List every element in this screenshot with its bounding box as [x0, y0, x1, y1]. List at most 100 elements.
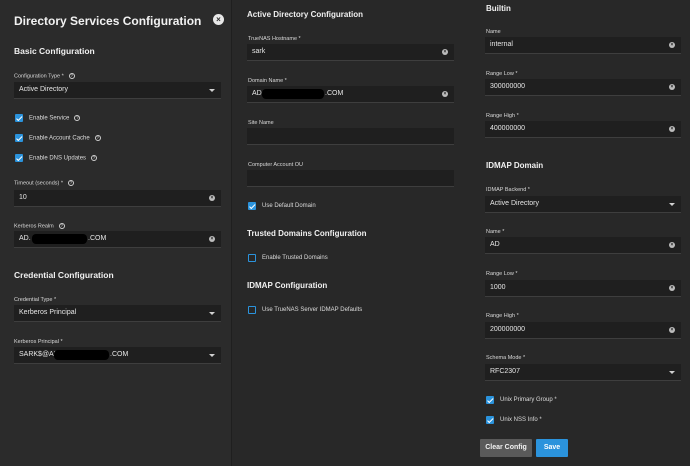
builtin-range-high-input[interactable]: 400000000 ×	[485, 121, 681, 138]
builtin-name-value: internal	[490, 41, 513, 48]
timeout-input[interactable]: 10 ×	[14, 190, 221, 207]
enable-dns-updates-checkbox[interactable]	[15, 154, 23, 162]
builtin-range-low-input[interactable]: 300000000 ×	[485, 79, 681, 96]
kerberos-realm-label: Kerberos Realm?	[14, 223, 65, 230]
enable-account-cache-checkbox[interactable]	[15, 134, 23, 142]
redaction-bar	[32, 234, 87, 244]
domain-name-value: AD	[490, 241, 500, 248]
credential-type-select[interactable]: Kerberos Principal	[14, 305, 221, 322]
clear-icon[interactable]: ×	[669, 242, 675, 248]
save-button[interactable]: Save	[536, 439, 568, 457]
domain-range-high-value: 200000000	[490, 326, 526, 333]
kerberos-principal-select[interactable]: SARK$@AD. .COM	[14, 347, 221, 364]
clear-icon[interactable]: ×	[669, 42, 675, 48]
domain-name-input[interactable]: AD ×	[485, 237, 681, 254]
clear-icon[interactable]: ×	[669, 285, 675, 291]
site-name-label: Site Name	[248, 120, 274, 126]
redaction-bar	[54, 350, 109, 360]
site-name-input[interactable]	[247, 128, 454, 145]
use-default-domain-checkbox[interactable]	[248, 202, 256, 210]
clear-icon[interactable]: ×	[442, 49, 448, 55]
schema-mode-label: Schema Mode *	[486, 355, 526, 361]
clear-icon[interactable]: ×	[209, 236, 215, 242]
hostname-value: sark	[252, 48, 266, 55]
idmap-backend-value: Active Directory	[490, 200, 540, 207]
domain-name-label: Name *	[486, 229, 505, 235]
enable-trusted-domains-checkbox[interactable]	[248, 254, 256, 262]
chevron-down-icon	[669, 371, 675, 374]
computer-ou-label: Computer Account OU	[248, 162, 304, 168]
kerberos-principal-suffix: .COM	[110, 351, 129, 358]
domain-range-low-input[interactable]: 1000 ×	[485, 280, 681, 297]
idmap-backend-select[interactable]: Active Directory	[485, 196, 681, 213]
builtin-range-low-value: 300000000	[490, 83, 526, 90]
kerberos-realm-input[interactable]: AD. .COM ×	[14, 231, 221, 248]
computer-ou-input[interactable]	[247, 170, 454, 187]
builtin-range-high-value: 400000000	[490, 125, 526, 132]
schema-mode-value: RFC2307	[490, 368, 520, 375]
help-icon[interactable]: ?	[94, 135, 101, 141]
enable-trusted-domains-label: Enable Trusted Domains	[262, 255, 328, 261]
clear-config-button[interactable]: Clear Config	[480, 439, 532, 457]
hostname-input[interactable]: sark ×	[247, 44, 454, 61]
config-type-select[interactable]: Active Directory	[14, 82, 221, 99]
chevron-down-icon	[209, 89, 215, 92]
config-panel-left: Directory Services Configuration × Basic…	[0, 0, 232, 466]
ad-config-heading: Active Directory Configuration	[247, 10, 364, 19]
credential-type-label: Credential Type *	[14, 297, 57, 303]
trusted-domains-heading: Trusted Domains Configuration	[247, 229, 367, 238]
clear-icon[interactable]: ×	[669, 327, 675, 333]
help-icon[interactable]: ?	[58, 223, 65, 229]
enable-service-checkbox[interactable]	[15, 114, 23, 122]
help-icon[interactable]: ?	[74, 115, 81, 121]
enable-dns-updates-label: Enable DNS Updates?	[29, 155, 98, 162]
panel-title: Directory Services Configuration	[14, 14, 202, 28]
help-icon[interactable]: ?	[68, 73, 75, 79]
domain-suffix: .COM	[325, 90, 344, 97]
config-type-label: Configuration Type *?	[14, 73, 75, 80]
timeout-value: 10	[19, 194, 27, 201]
unix-nss-info-checkbox[interactable]	[486, 416, 494, 424]
builtin-heading: Builtin	[486, 4, 511, 13]
kerberos-principal-label: Kerberos Principal *	[14, 339, 63, 345]
builtin-name-input[interactable]: internal ×	[485, 37, 681, 54]
basic-config-heading: Basic Configuration	[14, 46, 95, 56]
schema-mode-select[interactable]: RFC2307	[485, 364, 681, 381]
chevron-down-icon	[669, 203, 675, 206]
enable-service-label: Enable Service?	[29, 115, 81, 122]
domain-name-input[interactable]: AD. .COM ×	[247, 86, 454, 103]
idmap-config-heading: IDMAP Configuration	[247, 281, 328, 290]
unix-primary-group-checkbox[interactable]	[486, 396, 494, 404]
unix-primary-group-label: Unix Primary Group *	[500, 397, 557, 403]
unix-nss-info-label: Unix NSS Info *	[500, 417, 542, 423]
use-truenas-idmap-label: Use TrueNAS Server IDMAP Defaults	[262, 307, 363, 313]
credential-config-heading: Credential Configuration	[14, 270, 114, 280]
timeout-label: Timeout (seconds) *?	[14, 180, 75, 187]
use-default-domain-label: Use Default Domain	[262, 203, 316, 209]
config-type-value: Active Directory	[19, 86, 69, 93]
clear-icon[interactable]: ×	[442, 91, 448, 97]
domain-range-low-label: Range Low *	[486, 271, 518, 277]
redaction-bar	[262, 89, 324, 99]
use-truenas-idmap-checkbox[interactable]	[248, 306, 256, 314]
domain-range-high-input[interactable]: 200000000 ×	[485, 322, 681, 339]
enable-account-cache-label: Enable Account Cache?	[29, 135, 101, 142]
domain-name-label: Domain Name *	[248, 78, 287, 84]
close-icon[interactable]: ×	[213, 14, 224, 25]
config-panel-right: Builtin Name internal × Range Low * 3000…	[464, 0, 690, 466]
domain-range-high-label: Range High *	[486, 313, 519, 319]
clear-icon[interactable]: ×	[669, 126, 675, 132]
builtin-range-low-label: Range Low *	[486, 71, 518, 77]
idmap-domain-heading: IDMAP Domain	[486, 161, 544, 170]
credential-type-value: Kerberos Principal	[19, 309, 77, 316]
clear-icon[interactable]: ×	[209, 195, 215, 201]
domain-range-low-value: 1000	[490, 284, 506, 291]
clear-icon[interactable]: ×	[669, 84, 675, 90]
help-icon[interactable]: ?	[68, 180, 75, 186]
kerberos-realm-suffix: .COM	[88, 235, 107, 242]
help-icon[interactable]: ?	[91, 155, 98, 161]
idmap-backend-label: IDMAP Backend *	[486, 187, 530, 193]
kerberos-realm-prefix: AD.	[19, 235, 31, 242]
config-panel-middle: Active Directory Configuration TrueNAS H…	[232, 0, 464, 466]
chevron-down-icon	[209, 354, 215, 357]
